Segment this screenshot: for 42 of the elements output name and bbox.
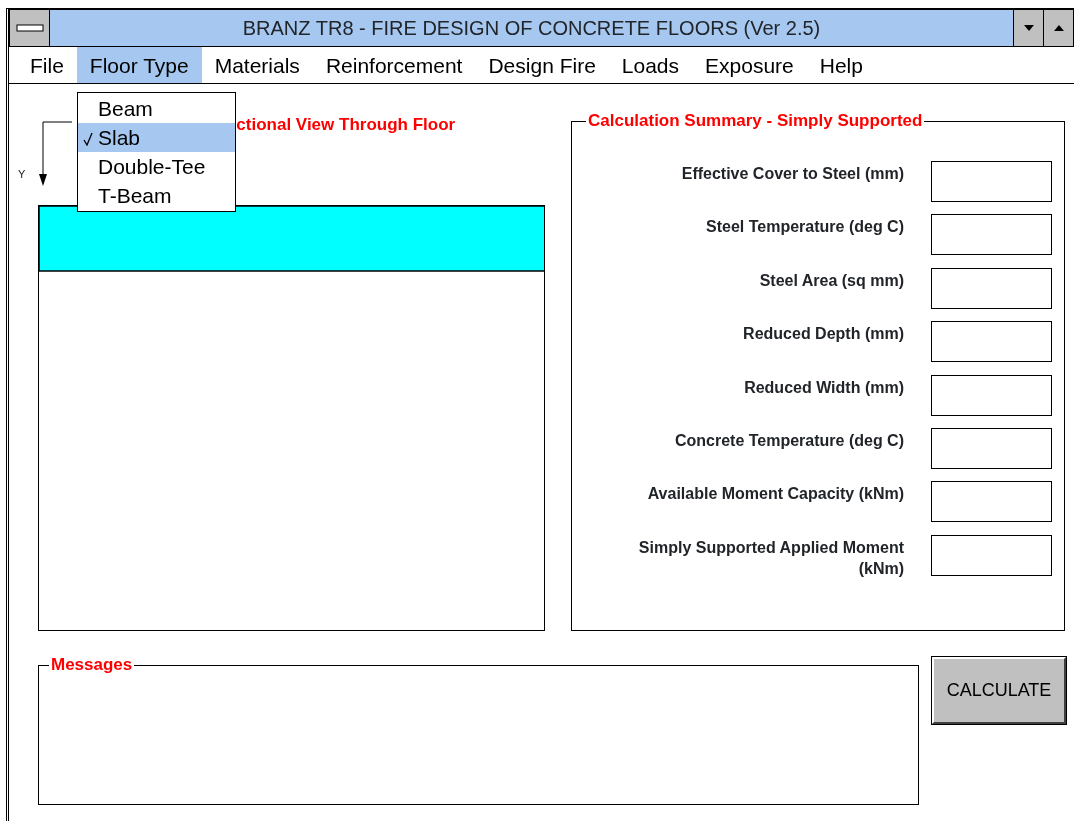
field-label: Effective Cover to Steel (mm) (680, 164, 904, 184)
field-label: Reduced Width (mm) (743, 377, 904, 398)
field-label: Steel Area (sq mm) (758, 270, 904, 291)
panel-title: Messages (49, 655, 135, 675)
axis-label: Y (18, 168, 26, 180)
up-arrow-icon (1052, 24, 1065, 32)
menu-item[interactable]: Materials (201, 47, 313, 83)
input-field[interactable] (931, 427, 1052, 469)
menu-item[interactable]: Floor Type (76, 47, 202, 83)
input-field[interactable] (931, 161, 1052, 202)
menu-option[interactable]: Beam (78, 94, 235, 123)
menu-item[interactable]: Exposure (692, 47, 807, 83)
down-arrow-icon (1022, 24, 1035, 32)
input-field[interactable] (931, 534, 1052, 576)
calculate-button[interactable]: CALCULATE (932, 657, 1066, 724)
window-title: BRANZ TR8 - FIRE DESIGN OF CONCRETE FLOORS (Ver 2.5) (241, 16, 822, 41)
input-field[interactable] (931, 214, 1052, 256)
section-caption: ctional View Through Floor (236, 114, 456, 136)
bar-icon (15, 24, 44, 32)
field-label: Reduced Depth (mm) (742, 324, 904, 345)
menu-option[interactable]: T-Beam (78, 181, 235, 210)
field-label: Concrete Temperature (deg C) (673, 430, 904, 451)
system-menu-button[interactable] (10, 10, 50, 46)
axis-arrow (39, 121, 73, 186)
input-field[interactable] (931, 481, 1052, 523)
menu-item[interactable]: Design Fire (475, 47, 609, 83)
menu-option[interactable]: Double-Tee (78, 152, 235, 181)
input-field[interactable] (931, 321, 1052, 363)
menu-item[interactable]: Help (806, 47, 876, 83)
input-field[interactable] (931, 267, 1052, 309)
panel-title: Calculation Summary - Simply Supported (586, 111, 925, 131)
check-icon (83, 132, 93, 147)
maximize-button[interactable] (1043, 10, 1073, 46)
field-label: Steel Temperature (deg C) (705, 217, 904, 238)
field-label: Available Moment Capacity (kNm) (646, 484, 904, 505)
minimize-button[interactable] (1013, 10, 1043, 46)
input-field[interactable] (931, 374, 1052, 416)
menu-item[interactable]: Reinforcement (312, 47, 476, 83)
menu-item[interactable]: Loads (608, 47, 693, 83)
menu-item[interactable]: File (17, 47, 77, 83)
menu-option[interactable]: Slab (78, 123, 235, 152)
field-label: Simply Supported Applied Moment (kNm) (637, 537, 904, 579)
